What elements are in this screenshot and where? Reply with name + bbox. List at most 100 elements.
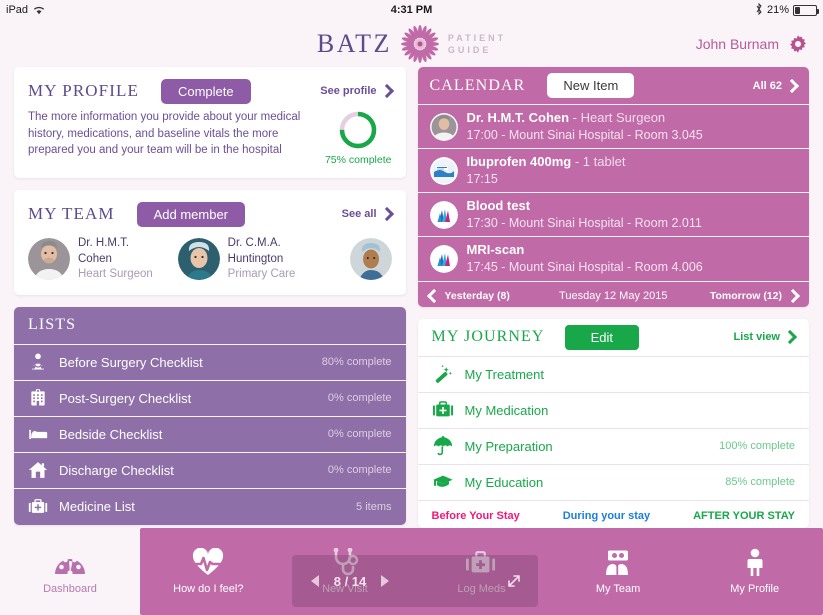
- stethoscope-icon: [333, 548, 359, 576]
- calendar-event-row[interactable]: Blood test 17:30 - Mount Sinai Hospital …: [417, 193, 809, 238]
- list-item-meta: 5 items: [356, 500, 392, 513]
- see-all-team-link[interactable]: See all: [342, 206, 394, 222]
- chevron-right-icon: [784, 78, 800, 93]
- list-item-bedside-checklist[interactable]: Bedside Checklist 0% complete: [14, 417, 406, 453]
- stage-after-your-stay[interactable]: AFTER YOUR STAY: [693, 510, 795, 522]
- calendar-event-row[interactable]: Ibuprofen 400mg - 1 tablet 17:15: [417, 149, 809, 194]
- journey-item-meta: 85% complete: [725, 476, 795, 489]
- calendar-event-title: Blood test: [467, 198, 702, 215]
- stage-during-your-stay[interactable]: During your stay: [563, 510, 650, 522]
- left-column: MY PROFILE Complete See profile The more…: [14, 67, 406, 528]
- team-member[interactable]: Dr. H.M.T. Cohen Heart Surgeon: [28, 236, 158, 283]
- tab-dashboard[interactable]: Dashboard: [0, 528, 140, 615]
- progress-ring-icon: [339, 111, 377, 149]
- journey-item-label: My Education: [464, 474, 544, 490]
- next-day-button[interactable]: Tomorrow (12): [709, 288, 801, 303]
- calendar-event-subtitle: 17:15: [466, 172, 498, 187]
- tab-my-team[interactable]: My Team: [550, 528, 687, 615]
- avatar: [28, 238, 70, 281]
- user-menu[interactable]: John Burnam: [696, 33, 809, 55]
- calendar-event-title-rest: - 1 tablet: [571, 154, 626, 170]
- list-item-post-surgery-checklist[interactable]: Post-Surgery Checklist 0% complete: [14, 381, 406, 417]
- edit-journey-button[interactable]: Edit: [564, 324, 639, 350]
- team-member-role: Heart Surgeon: [78, 268, 153, 281]
- status-time: 4:31 PM: [390, 4, 433, 16]
- journey-item-label: My Medication: [464, 402, 549, 418]
- team-member[interactable]: [349, 238, 392, 281]
- list-item-label: Medicine List: [59, 499, 135, 515]
- avatar: [349, 238, 392, 281]
- calendar-event-title-rest: - Heart Surgeon: [569, 110, 666, 125]
- list-item-meta: 0% complete: [327, 428, 392, 441]
- tab-label: My Profile: [730, 583, 780, 595]
- see-profile-label: See profile: [320, 85, 377, 97]
- my-profile-card: MY PROFILE Complete See profile The more…: [14, 67, 406, 178]
- journey-item-my-treatment[interactable]: My Treatment: [417, 357, 809, 393]
- list-item-discharge-checklist[interactable]: Discharge Checklist 0% complete: [14, 453, 406, 489]
- brand-sub-line2: GUIDE: [447, 44, 492, 55]
- graduation-cap-icon: [432, 475, 453, 487]
- stage-before-your-stay[interactable]: Before Your Stay: [432, 510, 520, 522]
- calendar-event-text: MRI-scan 17:45 - Mount Sinai Hospital - …: [467, 242, 703, 275]
- calendar-event-row[interactable]: MRI-scan 17:45 - Mount Sinai Hospital - …: [417, 237, 809, 282]
- bed-icon: [29, 429, 48, 440]
- list-item-meta: 80% complete: [321, 356, 392, 369]
- brand-sub-line1: PATIENT: [447, 32, 507, 43]
- lists-title: LISTS: [14, 307, 406, 345]
- new-item-button[interactable]: New Item: [547, 73, 635, 98]
- journey-item-my-preparation[interactable]: My Preparation 100% complete: [417, 429, 809, 465]
- tab-log-meds[interactable]: Log Meds: [413, 528, 550, 615]
- journey-item-my-education[interactable]: My Education 85% complete: [417, 465, 809, 501]
- brand-name: BATZ: [316, 28, 392, 58]
- tab-label: How do I feel?: [173, 583, 244, 595]
- my-profile-description: The more information you provide about y…: [28, 111, 301, 157]
- calendar-event-subtitle: 17:30 - Mount Sinai Hospital - Room 2.01…: [466, 216, 702, 231]
- chevron-right-icon: [379, 206, 394, 222]
- all-events-link[interactable]: All 62: [753, 78, 800, 93]
- tab-label: Dashboard: [43, 583, 97, 595]
- calendar-event-row[interactable]: Dr. H.M.T. Cohen - Heart Surgeon 17:00 -…: [417, 105, 809, 150]
- status-left: iPad: [6, 4, 45, 16]
- tab-my-profile[interactable]: My Profile: [686, 528, 823, 615]
- see-profile-link[interactable]: See profile: [320, 83, 394, 99]
- next-day-label: Tomorrow (12): [709, 289, 782, 302]
- tab-new-visit[interactable]: New Visit: [277, 528, 414, 615]
- calendar-event-text: Dr. H.M.T. Cohen - Heart Surgeon 17:00 -…: [467, 110, 703, 143]
- list-item-before-surgery-checklist[interactable]: Before Surgery Checklist 80% complete: [14, 345, 406, 381]
- previous-day-button[interactable]: Yesterday (8): [426, 288, 510, 303]
- tab-how-do-i-feel[interactable]: How do I feel?: [140, 528, 277, 615]
- complete-profile-button[interactable]: Complete: [160, 78, 251, 104]
- list-item-medicine-list[interactable]: Medicine List 5 items: [14, 489, 406, 525]
- list-item-label: Bedside Checklist: [59, 426, 163, 442]
- team-member[interactable]: Dr. C.M.A. Huntington Primary Care: [177, 236, 330, 283]
- ios-status-bar: iPad 4:31 PM 21%: [0, 0, 823, 20]
- tab-label: New Visit: [322, 583, 368, 595]
- chevron-left-icon: [426, 288, 441, 303]
- my-team-header: MY TEAM Add member See all: [28, 200, 394, 228]
- journey-item-label: My Treatment: [464, 366, 544, 382]
- calendar-event-title-main: Blood test: [466, 198, 531, 214]
- home-icon: [28, 462, 48, 478]
- medical-kit-icon: [432, 401, 453, 417]
- hospital-logo-icon: [429, 200, 458, 229]
- my-profile-header: MY PROFILE Complete See profile: [28, 77, 394, 105]
- list-view-label: List view: [733, 331, 780, 344]
- calendar-event-title-main: Dr. H.M.T. Cohen: [466, 110, 570, 125]
- tab-label: Log Meds: [457, 583, 506, 595]
- my-journey-header: MY JOURNEY Edit List view: [417, 319, 809, 357]
- gear-icon[interactable]: [787, 33, 809, 55]
- journey-item-my-medication[interactable]: My Medication: [417, 393, 809, 429]
- my-team-members: Dr. H.M.T. Cohen Heart Surgeon Dr. C.M.A…: [28, 236, 392, 283]
- person-icon: [747, 548, 763, 576]
- list-view-link[interactable]: List view: [733, 330, 798, 345]
- journey-item-label: My Preparation: [464, 438, 553, 454]
- medical-kit-icon: [28, 498, 48, 513]
- calendar-event-text: Blood test 17:30 - Mount Sinai Hospital …: [467, 198, 702, 231]
- wifi-icon: [33, 5, 45, 15]
- heart-pulse-icon: [191, 548, 226, 575]
- avatar: [177, 238, 220, 281]
- add-member-button[interactable]: Add member: [136, 201, 245, 227]
- battery-icon: [793, 4, 819, 16]
- umbrella-icon: [433, 436, 452, 456]
- list-item-meta: 0% complete: [327, 464, 392, 477]
